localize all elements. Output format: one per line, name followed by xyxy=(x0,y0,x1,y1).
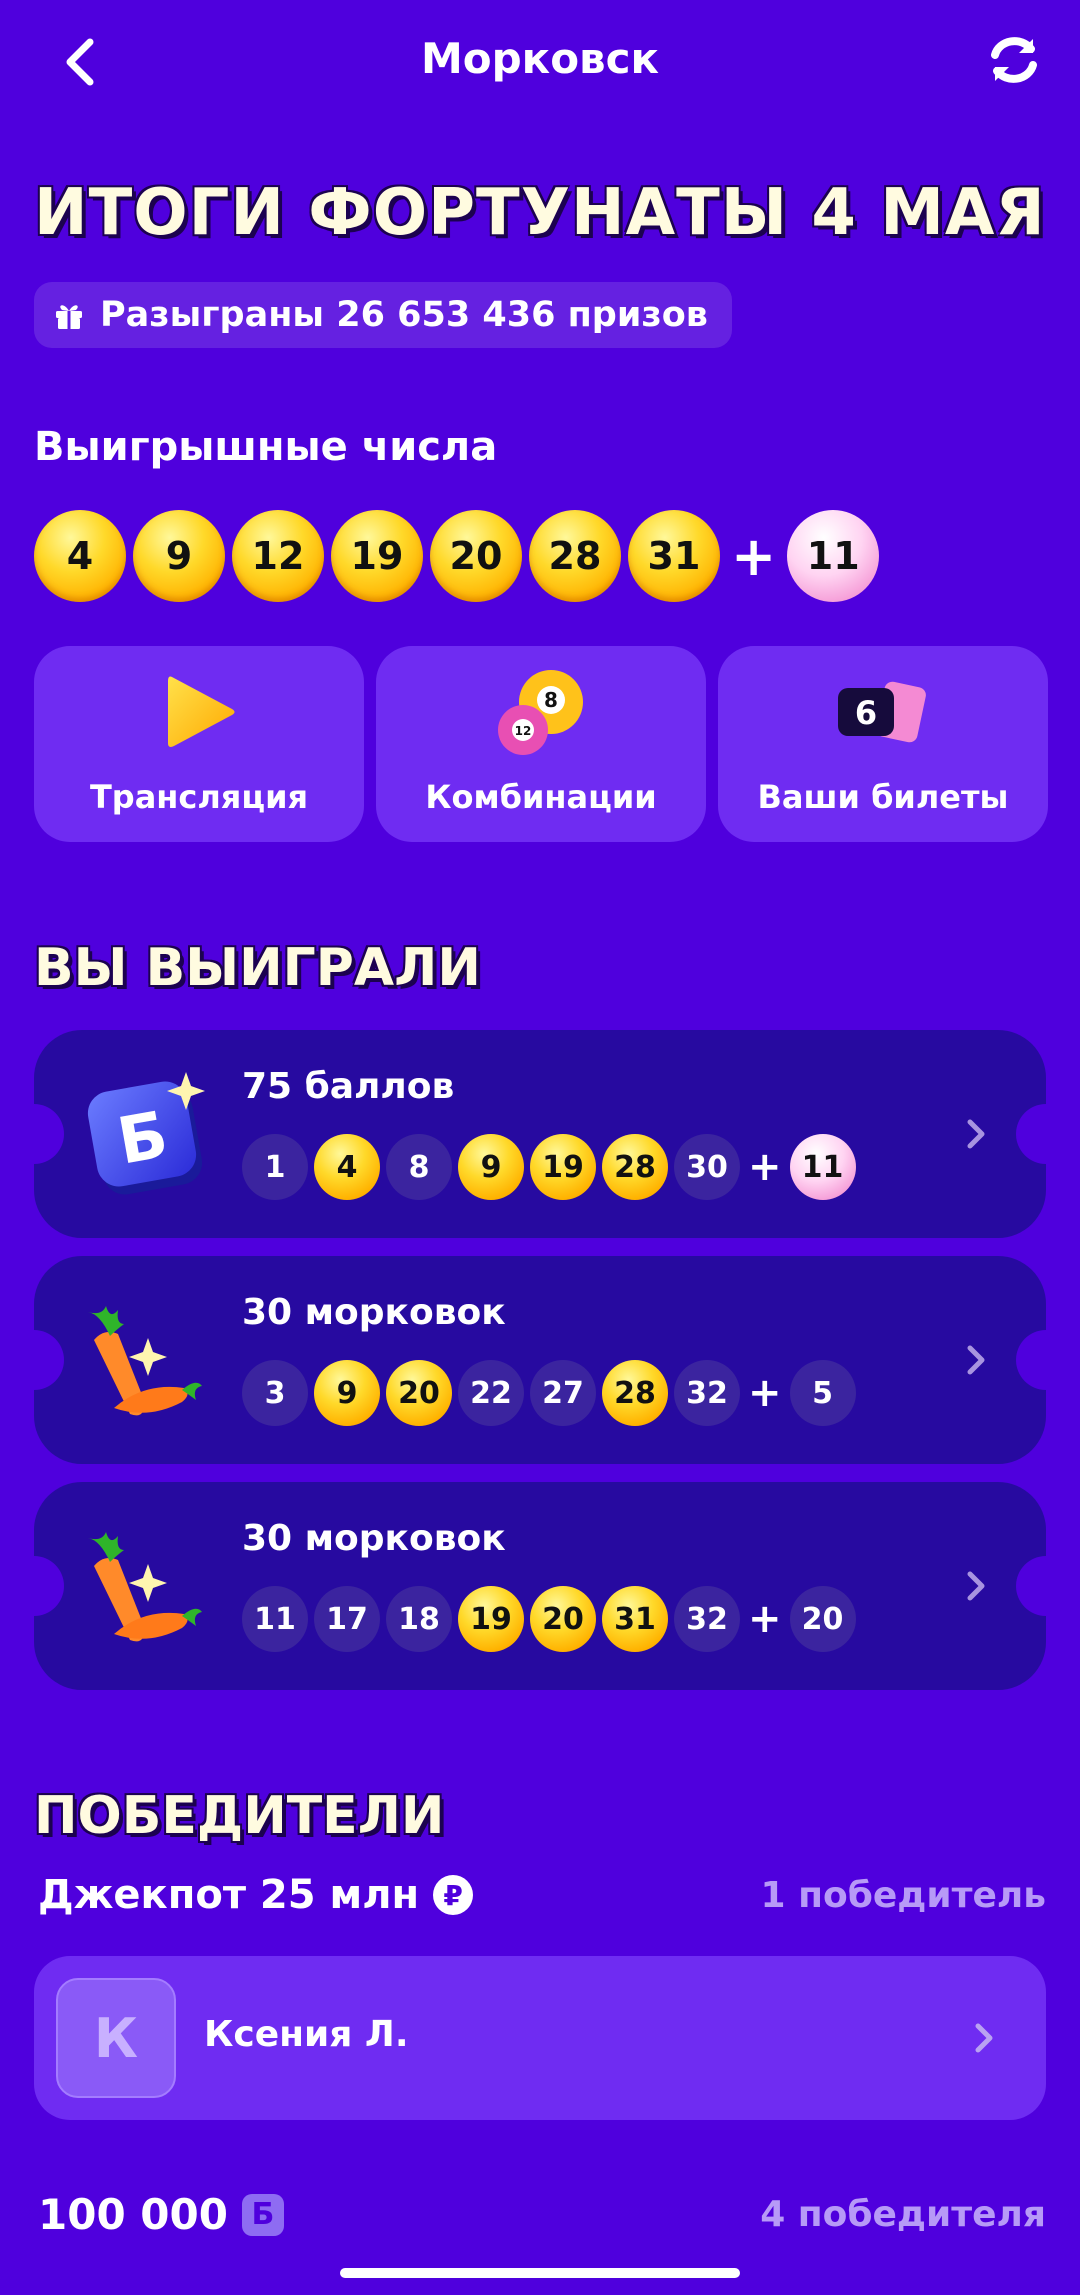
ticket-ball: 17 xyxy=(314,1586,380,1652)
prizes-text: Разыграны 26 653 436 призов xyxy=(100,295,708,335)
ticket-ball: 30 xyxy=(674,1134,740,1200)
ticket-ball-matched: 9 xyxy=(458,1134,524,1200)
jackpot-title: Джекпот 25 млн ₽ xyxy=(38,1872,474,1918)
ticket-ball: 11 xyxy=(242,1586,308,1652)
winning-ball: 19 xyxy=(331,510,423,602)
svg-text:12: 12 xyxy=(515,724,532,738)
chevron-right-icon xyxy=(967,1345,985,1375)
prize-amount-value: 100 000 xyxy=(38,2190,228,2239)
plus-sign: + xyxy=(748,1596,782,1642)
winning-ball: 12 xyxy=(232,510,324,602)
ticket-ball-matched: 20 xyxy=(386,1360,452,1426)
winning-ball: 9 xyxy=(133,510,225,602)
avatar: К xyxy=(56,1978,176,2098)
ticket-ball-matched: 28 xyxy=(602,1134,668,1200)
winning-ball: 4 xyxy=(34,510,126,602)
ticket-bonus-ball: 20 xyxy=(789,1586,856,1652)
ticket-bonus-ball: 5 xyxy=(789,1360,856,1426)
ticket-prize: 30 морковок xyxy=(242,1292,506,1333)
tickets-badge: 6 xyxy=(855,694,877,732)
ticket-ball: 1 xyxy=(242,1134,308,1200)
results-title: ИТОГИ ФОРТУНАТЫ 4 МАЯ xyxy=(34,176,1046,250)
ticket-ball: 22 xyxy=(458,1360,524,1426)
prizes-summary: Разыграны 26 653 436 призов xyxy=(34,282,732,348)
top-bar: Морковск xyxy=(0,0,1080,124)
page-title: Морковск xyxy=(420,34,660,83)
points-badge-icon: Б xyxy=(241,2193,284,2236)
ticket-prize: 75 баллов xyxy=(242,1066,455,1107)
svg-text:8: 8 xyxy=(544,688,558,712)
ticket-ball-matched: 19 xyxy=(458,1586,524,1652)
won-ticket[interactable]: Б 75 баллов 1 4 8 9 19 28 30 + 11 xyxy=(34,1030,1046,1238)
prize-amount: 100 000 Б xyxy=(38,2190,284,2239)
broadcast-label: Трансляция xyxy=(89,778,309,816)
refresh-button[interactable] xyxy=(984,30,1044,90)
winning-numbers: 4 9 12 19 20 28 31 + 11 xyxy=(34,510,880,602)
ticket-ball: 32 xyxy=(674,1586,740,1652)
ticket-ball: 3 xyxy=(242,1360,308,1426)
ticket-ball: 18 xyxy=(386,1586,452,1652)
ticket-prize: 30 морковок xyxy=(242,1518,506,1559)
carrots-icon xyxy=(88,1532,202,1642)
winning-ball: 20 xyxy=(430,510,522,602)
ticket-ball-matched: 28 xyxy=(602,1360,668,1426)
chevron-right-icon xyxy=(975,2023,993,2053)
refresh-icon xyxy=(991,37,1037,83)
bonus-ball: 11 xyxy=(787,510,880,602)
winning-ball: 28 xyxy=(529,510,621,602)
broadcast-button[interactable]: Трансляция xyxy=(34,646,364,842)
action-cards: Трансляция 8 12 Комбинации 6 Ваши билеты xyxy=(34,646,1048,842)
ticket-ball: 32 xyxy=(674,1360,740,1426)
ticket-ball-matched: 31 xyxy=(602,1586,668,1652)
prize-winners-count: 4 победителя xyxy=(760,2194,1046,2235)
combinations-button[interactable]: 8 12 Комбинации xyxy=(376,646,706,842)
prize-tier-row: 100 000 Б 4 победителя xyxy=(38,2190,1046,2239)
winning-ball: 31 xyxy=(628,510,720,602)
combinations-label: Комбинации xyxy=(425,778,657,816)
your-tickets-label: Ваши билеты xyxy=(757,778,1009,816)
ticket-ball: 27 xyxy=(530,1360,596,1426)
winner-card[interactable]: К Ксения Л. xyxy=(34,1956,1046,2120)
won-ticket[interactable]: 30 морковок 3 9 20 22 27 28 32 + 5 xyxy=(34,1256,1046,1464)
your-tickets-button[interactable]: 6 Ваши билеты xyxy=(718,646,1048,842)
chevron-right-icon xyxy=(967,1571,985,1601)
lottery-balls-icon: 8 12 xyxy=(498,670,583,755)
gift-icon xyxy=(56,305,82,329)
home-indicator[interactable] xyxy=(340,2268,740,2278)
plus-sign: + xyxy=(731,524,777,588)
ticket-ball-matched: 4 xyxy=(314,1134,380,1200)
ticket-numbers: 3 9 20 22 27 28 32 + 5 xyxy=(242,1360,856,1426)
ticket-bonus-ball-matched: 11 xyxy=(789,1134,856,1200)
you-won-heading: ВЫ ВЫИГРАЛИ xyxy=(34,938,481,998)
chevron-right-icon xyxy=(967,1119,985,1149)
jackpot-row: Джекпот 25 млн ₽ 1 победитель xyxy=(38,1872,1046,1918)
tickets-icon: 6 xyxy=(838,681,926,743)
ruble-icon: ₽ xyxy=(433,1875,474,1915)
winners-heading: ПОБЕДИТЕЛИ xyxy=(34,1786,445,1846)
ticket-ball-matched: 20 xyxy=(530,1586,596,1652)
jackpot-winners-count: 1 победитель xyxy=(760,1874,1046,1916)
ticket-numbers: 11 17 18 19 20 31 32 + 20 xyxy=(242,1586,856,1652)
won-ticket[interactable]: 30 морковок 11 17 18 19 20 31 32 + 20 xyxy=(34,1482,1046,1690)
winner-name: Ксения Л. xyxy=(204,2014,409,2055)
ticket-ball: 8 xyxy=(386,1134,452,1200)
ticket-ball-matched: 9 xyxy=(314,1360,380,1426)
jackpot-label: Джекпот 25 млн xyxy=(38,1872,420,1918)
plus-sign: + xyxy=(748,1370,782,1416)
winning-numbers-label: Выигрышные числа xyxy=(34,424,498,470)
carrots-icon xyxy=(88,1306,202,1416)
b-points-icon: Б xyxy=(87,1072,205,1195)
play-icon xyxy=(168,676,235,747)
plus-sign: + xyxy=(748,1144,782,1190)
ticket-ball-matched: 19 xyxy=(530,1134,596,1200)
ticket-numbers: 1 4 8 9 19 28 30 + 11 xyxy=(242,1134,856,1200)
